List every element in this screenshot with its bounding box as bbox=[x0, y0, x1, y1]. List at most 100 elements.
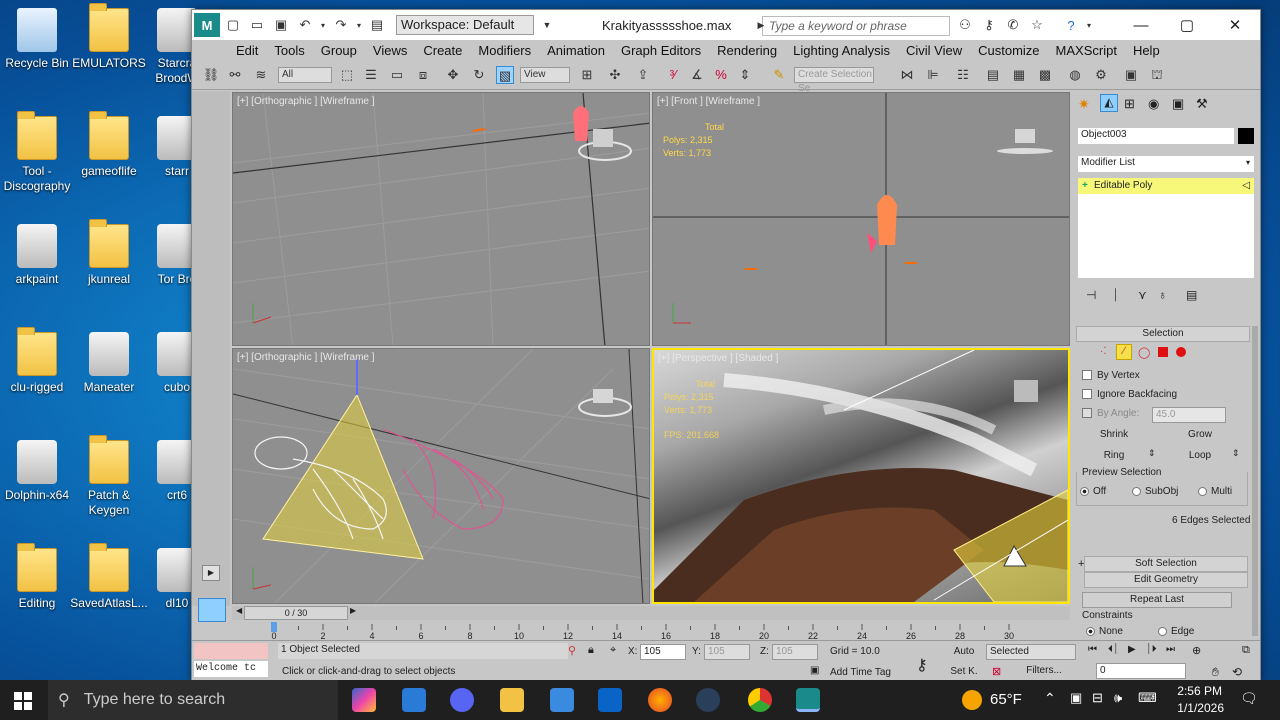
curve-editor-icon[interactable]: ▩ bbox=[1036, 66, 1054, 84]
steam-icon[interactable] bbox=[696, 688, 720, 712]
edit-named-selection-icon[interactable]: ✎ bbox=[770, 66, 788, 84]
desktop-icon[interactable]: Editing bbox=[0, 543, 76, 611]
hierarchy-tab-icon[interactable]: ⊞ bbox=[1124, 96, 1135, 112]
isolate-icon[interactable]: ⚲ bbox=[568, 644, 576, 657]
viewport-layout-icon[interactable] bbox=[198, 598, 226, 622]
undo-dropdown-icon[interactable]: ▾ bbox=[318, 14, 328, 36]
redo-icon[interactable]: ↷ bbox=[330, 14, 352, 36]
named-selection-dropdown[interactable]: Create Selection Se bbox=[794, 67, 874, 94]
search-arrow-icon[interactable]: ▶ bbox=[750, 14, 772, 36]
next-frame-icon[interactable]: ⏐⏵ bbox=[1146, 644, 1157, 655]
viewport-perspective[interactable]: [+] [Perspective ] [Shaded ] Total Polys… bbox=[652, 348, 1070, 604]
y-coordinate[interactable]: 105 bbox=[704, 644, 750, 660]
rect-selection-icon[interactable]: ▭ bbox=[388, 66, 406, 84]
preview-multi-radio[interactable] bbox=[1198, 486, 1207, 496]
shrink-button[interactable]: Shrink bbox=[1082, 428, 1146, 444]
project-folder-icon[interactable]: ▤ bbox=[366, 14, 388, 36]
communication-icon[interactable]: ✆ bbox=[1002, 14, 1024, 36]
prev-frame-icon[interactable]: ⏴⏐ bbox=[1108, 644, 1119, 655]
discord-icon[interactable] bbox=[450, 688, 474, 712]
pan-icon[interactable]: ✋︎ bbox=[1212, 665, 1219, 680]
time-next-arrow-icon[interactable]: ▶ bbox=[350, 606, 356, 615]
orbit-icon[interactable]: ⟲ bbox=[1232, 665, 1242, 679]
key-icon[interactable]: ⚷ bbox=[978, 14, 1000, 36]
time-slider[interactable]: ◀ 0 / 30 ▶ bbox=[232, 606, 1070, 620]
menu-item-lighting-analysis[interactable]: Lighting Analysis bbox=[793, 43, 890, 58]
repeat-last-button[interactable]: Repeat Last bbox=[1082, 592, 1232, 608]
tray-icon-b[interactable]: ⌨ bbox=[1138, 690, 1157, 706]
x-coordinate[interactable]: 105 bbox=[640, 644, 686, 660]
folder-icon[interactable] bbox=[500, 688, 524, 712]
snap-3d-icon[interactable]: ³⁄ bbox=[664, 66, 682, 84]
ignore-backfacing-option[interactable]: Ignore Backfacing bbox=[1082, 389, 1177, 400]
desktop-icon[interactable]: arkpaint bbox=[0, 224, 76, 287]
clock-date[interactable]: 1/1/2026 bbox=[1166, 701, 1224, 715]
ring-button[interactable]: Ring bbox=[1082, 449, 1146, 465]
remove-modifier-icon[interactable]: ♁ bbox=[1158, 288, 1167, 302]
maximize-button[interactable]: ▢ bbox=[1164, 10, 1210, 40]
grow-button[interactable]: Grow bbox=[1168, 428, 1232, 444]
menu-item-rendering[interactable]: Rendering bbox=[717, 43, 777, 58]
expand-plus-icon[interactable]: + bbox=[1082, 178, 1088, 194]
window-crossing-icon[interactable]: ⧈ bbox=[414, 66, 432, 84]
goto-start-icon[interactable]: ⏮ bbox=[1088, 644, 1097, 655]
track-bar[interactable]: 0 2 4 6 8 10 12 14 16 18 20 22 24 26 28 30 bbox=[232, 622, 1072, 641]
minimize-button[interactable]: — bbox=[1118, 10, 1164, 40]
angle-spinner[interactable]: 45.0 bbox=[1152, 407, 1226, 423]
constraint-none-option[interactable]: None bbox=[1086, 626, 1123, 637]
menu-item-animation[interactable]: Animation bbox=[547, 43, 605, 58]
select-object-icon[interactable]: ⬚ bbox=[338, 66, 356, 84]
undo-icon[interactable]: ↶ bbox=[294, 14, 316, 36]
copilot-icon[interactable] bbox=[352, 688, 376, 712]
menu-item-graph-editors[interactable]: Graph Editors bbox=[621, 43, 701, 58]
constraint-none-radio[interactable] bbox=[1086, 626, 1095, 636]
keyboard-shortcut-icon[interactable]: ⇪ bbox=[634, 66, 652, 84]
make-unique-icon[interactable]: ⋎ bbox=[1138, 288, 1147, 302]
modifier-list-dropdown[interactable]: Modifier List ▾ bbox=[1078, 156, 1254, 172]
object-color-swatch[interactable] bbox=[1238, 128, 1254, 144]
set-key-icon[interactable]: ⚷ bbox=[916, 655, 928, 675]
rendered-frame-icon[interactable]: ▣ bbox=[1122, 66, 1140, 84]
pin-stack-icon[interactable]: ⊣ bbox=[1086, 288, 1096, 302]
workspace-chevron-icon[interactable]: ▼ bbox=[536, 14, 558, 36]
store-icon[interactable] bbox=[550, 688, 574, 712]
ribbon-icon[interactable]: ▦ bbox=[1010, 66, 1028, 84]
border-mode-icon[interactable]: ◯ bbox=[1138, 346, 1150, 359]
binoculars-icon[interactable]: ⚇ bbox=[954, 14, 976, 36]
notifications-icon[interactable]: 🗨︎ bbox=[1240, 690, 1258, 707]
tray-icon-a[interactable]: ▣ bbox=[1070, 690, 1082, 706]
show-end-result-icon[interactable]: ⏐ bbox=[1112, 288, 1119, 303]
menu-item-edit[interactable]: Edit bbox=[236, 43, 258, 58]
current-frame-field[interactable]: 0 bbox=[1096, 663, 1186, 679]
preview-off-option[interactable]: Off bbox=[1080, 486, 1106, 497]
viewport-label[interactable]: [+] [Front ] [Wireframe ] bbox=[657, 96, 760, 107]
scale-icon[interactable]: ▧ bbox=[496, 66, 514, 84]
weather-sun-icon[interactable] bbox=[962, 690, 982, 710]
absolute-mode-icon[interactable]: ⌖ bbox=[610, 644, 616, 657]
time-tag-icon[interactable]: ▣ bbox=[810, 665, 819, 676]
ring-spinner-icon[interactable]: ⇕ bbox=[1148, 448, 1156, 459]
preview-subobj-radio[interactable] bbox=[1132, 486, 1141, 496]
spinner-snap-icon[interactable]: ⇕ bbox=[736, 66, 754, 84]
layer-explorer-icon[interactable]: ▤ bbox=[984, 66, 1002, 84]
z-coordinate[interactable]: 105 bbox=[772, 644, 818, 660]
select-by-name-icon[interactable]: ☰ bbox=[362, 66, 380, 84]
preview-subobj-option[interactable]: SubObj bbox=[1132, 486, 1178, 497]
desktop-icon[interactable]: Dolphin-x64 bbox=[0, 440, 76, 503]
menu-item-modifiers[interactable]: Modifiers bbox=[478, 43, 531, 58]
ignore-backfacing-checkbox[interactable] bbox=[1082, 389, 1092, 400]
menu-item-create[interactable]: Create bbox=[423, 43, 462, 58]
command-panel-scrollbar[interactable] bbox=[1252, 326, 1258, 636]
stack-item-editable-poly[interactable]: + Editable Poly ◁ bbox=[1078, 178, 1254, 194]
render-icon[interactable]: ⛫ bbox=[1148, 66, 1166, 84]
object-name-field[interactable]: Object003 bbox=[1078, 128, 1234, 144]
selection-rollout-header[interactable]: Selection bbox=[1076, 326, 1250, 342]
vertex-mode-icon[interactable]: ·⁚ bbox=[1100, 346, 1107, 357]
app-logo-icon[interactable]: M bbox=[194, 13, 220, 37]
desktop-icon[interactable]: clu-rigged bbox=[0, 327, 76, 395]
element-mode-icon[interactable] bbox=[1176, 347, 1186, 357]
desktop-icon[interactable]: Tool - Discography bbox=[0, 111, 76, 194]
by-vertex-checkbox[interactable] bbox=[1082, 370, 1092, 381]
desktop-icon[interactable]: Maneater bbox=[70, 332, 148, 395]
display-tab-icon[interactable]: ▣ bbox=[1172, 96, 1184, 112]
